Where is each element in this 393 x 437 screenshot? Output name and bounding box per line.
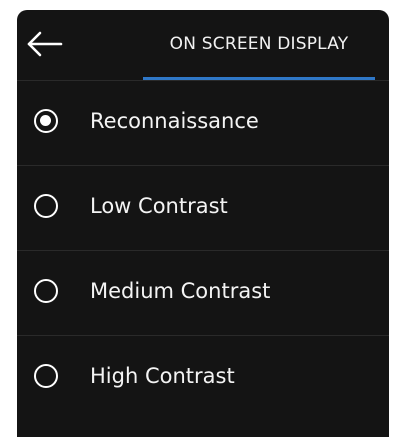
option-medium-contrast[interactable]: Medium Contrast [17,251,389,336]
radio-unselected-icon [34,194,58,218]
contrast-options-list: Reconnaissance Low Contrast Medium Contr… [17,81,389,420]
tab-label: ON SCREEN DISPLAY [169,34,349,54]
active-tab-indicator [143,77,375,80]
header-bar: ON SCREEN DISPLAY [17,10,389,81]
option-low-contrast[interactable]: Low Contrast [17,166,389,251]
radio-unselected-icon [34,364,58,388]
tab-on-screen-display[interactable]: ON SCREEN DISPLAY [143,10,375,80]
radio-selected-icon [34,109,58,133]
option-label: Reconnaissance [90,109,259,133]
option-high-contrast[interactable]: High Contrast [17,336,389,420]
option-reconnaissance[interactable]: Reconnaissance [17,81,389,166]
option-label: Low Contrast [90,194,228,218]
back-button[interactable] [25,26,65,62]
radio-dot [40,115,51,126]
option-label: Medium Contrast [90,279,271,303]
arrow-left-icon [27,31,63,57]
option-label: High Contrast [90,364,235,388]
osd-settings-panel: ON SCREEN DISPLAY Reconnaissance Low Con… [17,10,389,437]
radio-unselected-icon [34,279,58,303]
